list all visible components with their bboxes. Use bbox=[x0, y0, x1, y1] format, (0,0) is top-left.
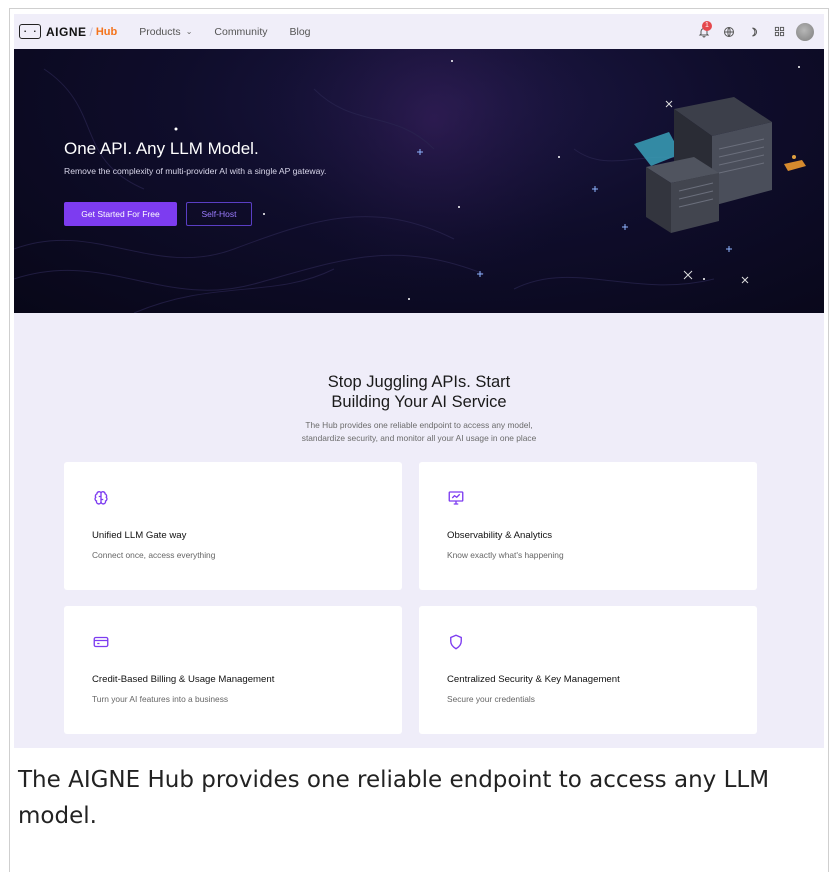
feature-description: Secure your credentials bbox=[447, 694, 535, 704]
section-title-line: Building Your AI Service bbox=[331, 393, 507, 411]
language-button[interactable] bbox=[718, 21, 740, 43]
apps-grid-icon bbox=[774, 26, 784, 37]
top-navbar: · · AIGNE / Hub Products ⌄ Community Blo… bbox=[14, 14, 824, 49]
feature-card-security: Centralized Security & Key Management Se… bbox=[419, 606, 757, 734]
logo[interactable]: · · AIGNE / Hub bbox=[19, 24, 117, 39]
monitor-chart-icon bbox=[448, 491, 464, 505]
feature-description: Know exactly what's happening bbox=[447, 550, 564, 560]
nav-link-blog[interactable]: Blog bbox=[290, 26, 311, 38]
nav-actions: 1 bbox=[690, 14, 814, 49]
get-started-button[interactable]: Get Started For Free bbox=[64, 202, 177, 226]
logo-hub-label: Hub bbox=[95, 25, 118, 38]
hero-title: One API. Any LLM Model. bbox=[64, 139, 259, 158]
nav-link-community[interactable]: Community bbox=[214, 26, 267, 38]
section-title-line: Stop Juggling APIs. Start bbox=[327, 373, 511, 391]
section-title: Stop Juggling APIs. Start Building Your … bbox=[14, 372, 824, 412]
webpage-screenshot: · · AIGNE / Hub Products ⌄ Community Blo… bbox=[14, 14, 824, 748]
notification-badge: 1 bbox=[702, 20, 712, 31]
brain-icon bbox=[94, 491, 108, 505]
avatar[interactable] bbox=[796, 22, 814, 41]
logo-text: AIGNE bbox=[46, 24, 87, 39]
nav-link-label: Blog bbox=[289, 25, 311, 38]
feature-description: Turn your AI features into a business bbox=[92, 694, 229, 704]
nav-link-products[interactable]: Products ⌄ bbox=[139, 26, 192, 38]
feature-title: Centralized Security & Key Management bbox=[447, 674, 620, 685]
feature-title: Unified LLM Gate way bbox=[92, 530, 187, 541]
theme-toggle-button[interactable] bbox=[743, 21, 765, 43]
logo-mark-icon: · · bbox=[19, 24, 41, 39]
feature-title: Credit-Based Billing & Usage Management bbox=[92, 674, 275, 685]
hero-banner: One API. Any LLM Model. Remove the compl… bbox=[14, 49, 824, 313]
hero-server-illustration bbox=[634, 97, 806, 233]
section-subtitle-line: standardize security, and monitor all yo… bbox=[301, 433, 537, 443]
nav-link-label: Community bbox=[214, 25, 268, 38]
feature-title: Observability & Analytics bbox=[447, 530, 553, 541]
credit-card-icon bbox=[93, 636, 109, 648]
feature-card-observability: Observability & Analytics Know exactly w… bbox=[419, 462, 757, 590]
feature-description: Connect once, access everything bbox=[92, 550, 216, 560]
self-host-button[interactable]: Self-Host bbox=[186, 202, 252, 226]
chevron-down-icon: ⌄ bbox=[185, 27, 193, 36]
shield-icon bbox=[450, 634, 462, 650]
section-subtitle: The Hub provides one reliable endpoint t… bbox=[14, 419, 824, 445]
feature-card-unified-gateway: Unified LLM Gate way Connect once, acces… bbox=[64, 462, 402, 590]
apps-button[interactable] bbox=[768, 21, 790, 43]
globe-icon bbox=[724, 26, 734, 37]
feature-card-billing: Credit-Based Billing & Usage Management … bbox=[64, 606, 402, 734]
notifications-button[interactable]: 1 bbox=[693, 20, 715, 43]
screenshot-caption: The AIGNE Hub provides one reliable endp… bbox=[18, 767, 770, 829]
moon-icon bbox=[752, 27, 757, 36]
nav-link-label: Products bbox=[139, 25, 181, 38]
logo-separator: / bbox=[89, 24, 93, 39]
hero-subtitle: Remove the complexity of multi-provider … bbox=[64, 166, 327, 176]
section-subtitle-line: The Hub provides one reliable endpoint t… bbox=[305, 420, 533, 430]
